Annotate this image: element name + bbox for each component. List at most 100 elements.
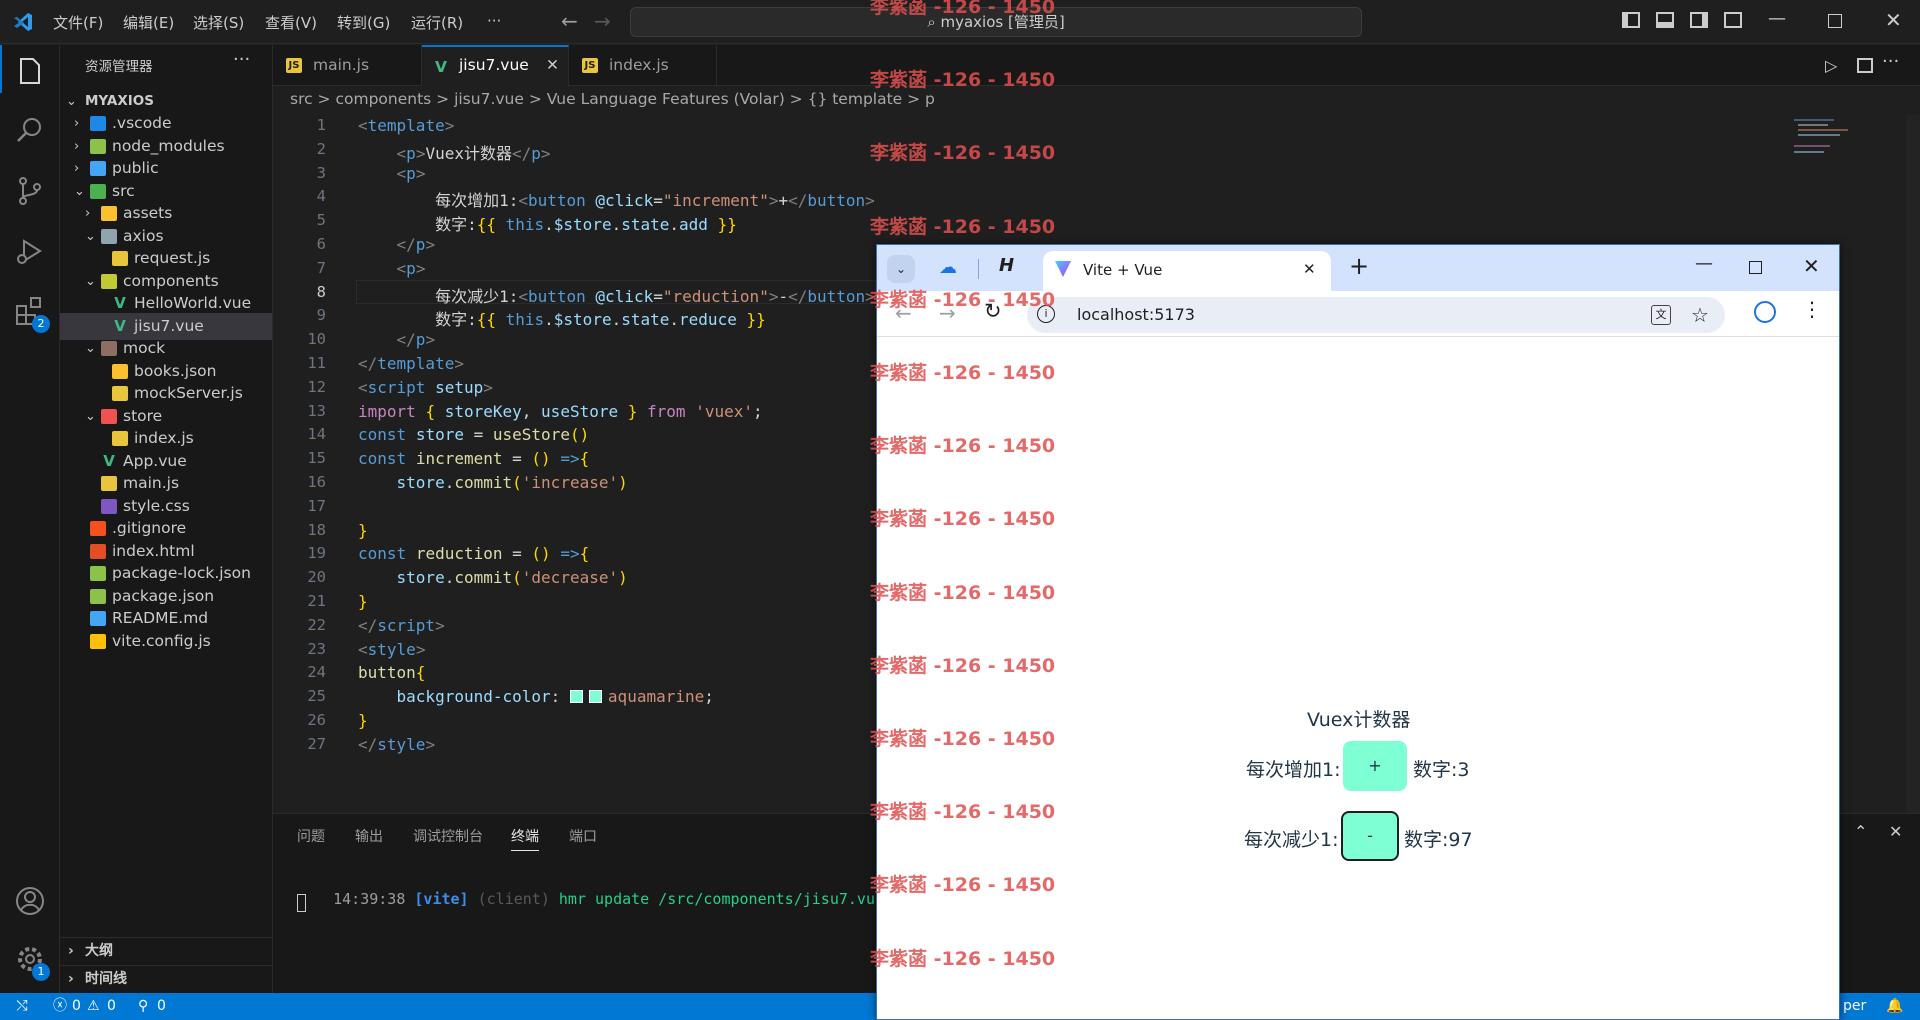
new-tab-icon[interactable]: + (1349, 252, 1369, 280)
toggle-sidebar-icon[interactable] (1622, 12, 1640, 28)
panel-tab-output[interactable]: 输出 (355, 826, 383, 846)
remote-icon[interactable]: ⤭ (0, 993, 44, 1020)
watermark-text: 李紫菡 -126 - 1450 (870, 288, 1056, 311)
watermark-text: 李紫菡 -126 - 1450 (870, 728, 1056, 750)
address-bar[interactable]: i localhost:5173 文 ☆ (1027, 297, 1725, 333)
menu-selection[interactable]: 选择(S) (193, 12, 244, 33)
hoppscotch-icon[interactable]: H (999, 255, 1014, 276)
folder-vscode-icon (90, 116, 106, 131)
vue-file-icon: V (114, 316, 126, 335)
error-count[interactable]: 0 (72, 993, 81, 1020)
line-number: 4 (316, 187, 326, 206)
toggle-secondary-sidebar-icon[interactable] (1690, 12, 1708, 28)
watermark-text: 李紫菡 -126 - 1450 (870, 69, 1056, 92)
menu-file[interactable]: 文件(F) (53, 12, 103, 33)
editor-more-icon[interactable]: ··· (1882, 51, 1899, 72)
folder-components-icon (101, 273, 117, 289)
ports-icon[interactable]: ⚲ (138, 993, 148, 1020)
watermark-text: 李紫菡 -126 - 1450 (870, 801, 1056, 824)
increment-label: 每次增加1: (1246, 759, 1341, 781)
vue-file-icon: V (114, 294, 126, 312)
panel-maximize-icon[interactable]: ⌃ (1854, 822, 1867, 841)
watermark-text: 李紫菡 -126 - 1450 (870, 0, 1056, 18)
code-line: 数字:{{ this.$store.state.reduce }} (435, 310, 766, 330)
status-right-text[interactable]: per (1843, 993, 1866, 1020)
browser-minimize-icon[interactable]: — (1695, 253, 1713, 274)
line-number: 18 (307, 520, 326, 539)
timeline-section[interactable]: › 时间线 (60, 965, 273, 992)
code-line: background-color: aquamarine; (396, 687, 714, 707)
account-icon[interactable] (12, 883, 48, 919)
editor-scrollbar[interactable] (1906, 115, 1920, 815)
browser-close-icon[interactable]: ✕ (1803, 254, 1820, 278)
color-swatch-icon[interactable] (569, 690, 583, 704)
warning-count[interactable]: 0 (107, 993, 116, 1020)
log-client: (client) (477, 890, 550, 908)
menu-view[interactable]: 查看(V) (265, 12, 317, 33)
outline-section[interactable]: › 大纲 (60, 937, 273, 964)
info-file-icon (90, 611, 106, 626)
tab-jisu7-vue[interactable]: V jisu7.vue ✕ (422, 45, 569, 86)
code-line: <script setup> (358, 377, 493, 397)
menu-go[interactable]: 转到(G) (337, 12, 390, 33)
line-number: 12 (307, 377, 326, 396)
close-window-icon[interactable]: ✕ (1885, 8, 1902, 32)
search-icon[interactable] (12, 113, 48, 149)
explorer-icon[interactable] (12, 53, 48, 89)
code-line: } (358, 592, 368, 611)
browser-menu-icon[interactable]: ⋮ (1802, 297, 1822, 321)
folder-src-icon (90, 183, 106, 199)
watermark-text: 李紫菡 -126 - 1450 (870, 654, 1056, 677)
tab-index-js[interactable]: JS index.js (569, 45, 717, 86)
line-number: 24 (307, 663, 326, 682)
restore-window-icon[interactable] (1828, 14, 1842, 28)
forward-arrow-icon[interactable]: → (594, 9, 611, 33)
error-icon[interactable]: ⓧ (53, 993, 67, 1020)
breadcrumb[interactable]: src > components > jisu7.vue > Vue Langu… (290, 90, 935, 114)
line-number: 7 (316, 258, 326, 277)
menu-run[interactable]: 运行(R) (411, 12, 463, 33)
code-line: const increment = () =>{ (358, 449, 590, 469)
increment-button[interactable]: + (1343, 741, 1407, 791)
menu-edit[interactable]: 编辑(E) (123, 12, 174, 33)
source-control-icon[interactable] (12, 173, 48, 209)
color-swatch-icon[interactable] (588, 690, 602, 704)
panel-tab-problems[interactable]: 问题 (297, 826, 325, 846)
menu-more[interactable]: ··· (487, 12, 501, 30)
panel-tab-ports[interactable]: 端口 (569, 826, 597, 846)
panel-tab-terminal[interactable]: 终端 (511, 826, 539, 851)
back-arrow-icon[interactable]: ← (561, 9, 578, 33)
cloud-icon[interactable]: ☁ (939, 257, 957, 278)
browser-tab-vite-vue[interactable]: Vite + Vue ✕ (1043, 251, 1331, 291)
decrement-button-label: - (1367, 826, 1373, 845)
run-debug-icon[interactable] (12, 233, 48, 269)
translate-icon[interactable]: 文 (1651, 305, 1671, 325)
line-number: 8 (316, 282, 326, 301)
close-tab-icon[interactable]: ✕ (1303, 260, 1316, 278)
customize-layout-icon[interactable] (1724, 12, 1742, 28)
code-line: <p> (396, 258, 426, 278)
run-icon[interactable]: ▷ (1825, 56, 1837, 75)
ports-count[interactable]: 0 (157, 993, 166, 1020)
tab-main-js[interactable]: JS main.js (273, 45, 422, 86)
notifications-icon[interactable]: 🔔 (1886, 993, 1903, 1020)
decrement-button[interactable]: - (1341, 811, 1399, 861)
close-tab-icon[interactable]: ✕ (546, 45, 559, 86)
tab-search-icon[interactable]: ⌄ (887, 255, 915, 283)
warning-icon[interactable]: ⚠ (87, 993, 100, 1020)
panel-tab-debug-console[interactable]: 调试控制台 (413, 826, 483, 846)
toggle-panel-icon[interactable] (1656, 12, 1674, 28)
line-number: 5 (316, 211, 326, 230)
line-number: 3 (316, 163, 326, 182)
browser-maximize-icon[interactable] (1749, 261, 1762, 274)
html-file-icon (90, 543, 106, 559)
tree-item[interactable]: vite.config.js (60, 628, 272, 655)
profile-icon[interactable] (1754, 301, 1776, 323)
panel-close-icon[interactable]: ✕ (1889, 822, 1902, 841)
minimize-window-icon[interactable]: — (1768, 8, 1786, 29)
split-editor-icon[interactable] (1857, 58, 1873, 73)
more-actions-icon[interactable]: ··· (233, 49, 250, 70)
bookmark-star-icon[interactable]: ☆ (1691, 303, 1709, 327)
code-line: 数字:{{ this.$store.state.add }} (435, 215, 737, 235)
line-number: 10 (307, 330, 326, 349)
